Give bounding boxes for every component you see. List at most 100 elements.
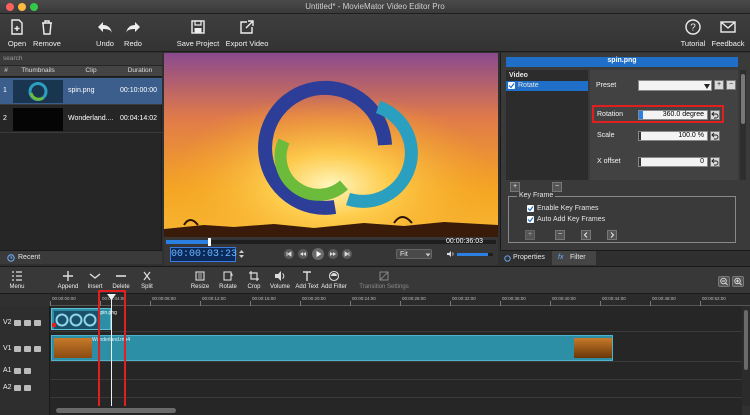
col-duration: Duration [127, 67, 153, 74]
mute-icon[interactable] [24, 368, 31, 374]
svg-text:?: ? [690, 23, 696, 34]
split-button[interactable]: Split [136, 270, 158, 290]
x-offset-field[interactable]: 0 [638, 157, 708, 167]
volume-slider[interactable] [457, 253, 493, 256]
tab-filter[interactable]: fx Filter [552, 251, 596, 265]
playhead-handle[interactable] [207, 238, 211, 246]
feedback-button[interactable]: Feedback [710, 18, 746, 48]
main-toolbar: Open Remove Undo Redo Save Project Expor… [0, 14, 750, 52]
check-icon [508, 83, 515, 89]
chevron-down-icon [89, 273, 101, 279]
export-video-label: Export Video [225, 39, 269, 48]
zoom-value: Fit [400, 251, 408, 258]
menu-button[interactable]: Menu [6, 270, 28, 290]
fast-forward-button[interactable] [328, 249, 338, 259]
prev-keyframe-button[interactable] [581, 230, 591, 240]
timeline-horizontal-scrollbar[interactable] [50, 406, 742, 415]
properties-scrollbar[interactable] [740, 70, 746, 180]
remove-keyframe-button[interactable]: − [555, 230, 565, 240]
checkbox[interactable] [527, 216, 534, 223]
recent-tab[interactable]: Recent [0, 250, 162, 264]
x-offset-keyframe-button[interactable] [710, 157, 720, 167]
rotation-field[interactable]: 360.0 degree [638, 110, 708, 120]
rotation-keyframe-button[interactable] [710, 110, 720, 120]
add-text-button[interactable]: Add Text [294, 270, 320, 290]
volume-button[interactable]: Volume [268, 270, 292, 290]
timecode-display[interactable]: 00:00:03:23 [170, 247, 237, 262]
bin-row[interactable]: 2 Wonderland.... 00:04:14:02 [0, 106, 162, 133]
delete-button[interactable]: Delete [110, 270, 132, 290]
save-project-button[interactable]: Save Project [174, 18, 222, 48]
scrollbar-thumb[interactable] [56, 408, 176, 413]
scrollbar-thumb[interactable] [744, 310, 748, 370]
rotation-label: Rotation [597, 111, 624, 118]
redo-button[interactable]: Redo [120, 18, 146, 48]
add-filter-button[interactable]: Add Filter [320, 270, 348, 290]
scale-value: 100.0 % [678, 132, 704, 139]
lock-icon[interactable] [24, 320, 31, 326]
add-keyframe-button[interactable]: + [525, 230, 535, 240]
zoom-select[interactable]: Fit [396, 249, 432, 259]
skip-start-icon [286, 251, 292, 257]
rewind-button[interactable] [298, 249, 308, 259]
x-offset-value: 0 [700, 158, 704, 165]
next-keyframe-button[interactable] [607, 230, 617, 240]
lock-icon[interactable] [24, 346, 31, 352]
auto-add-keyframes-label: Auto Add Key Frames [537, 216, 606, 223]
filter-item-rotate[interactable]: Rotate [506, 81, 588, 91]
remove-filter-small-button[interactable]: − [552, 182, 562, 192]
add-preset-button[interactable]: + [714, 80, 724, 90]
rotate-button[interactable]: Rotate [216, 270, 240, 290]
remove-button[interactable]: Remove [32, 18, 62, 48]
clip-marker [52, 323, 56, 327]
tab-properties[interactable]: Properties [500, 251, 550, 265]
tutorial-button[interactable]: ? Tutorial [678, 18, 708, 48]
zoom-out-button[interactable] [718, 276, 730, 287]
open-button[interactable]: Open [4, 18, 30, 48]
scrollbar-thumb[interactable] [741, 74, 745, 124]
undo-button[interactable]: Undo [92, 18, 118, 48]
eye-icon[interactable] [14, 320, 21, 326]
zoom-in-button[interactable] [732, 276, 744, 287]
append-button[interactable]: Append [56, 270, 80, 290]
lock-icon[interactable] [14, 385, 21, 391]
clock-icon [7, 254, 15, 262]
mute-icon[interactable] [34, 346, 41, 352]
mute-icon[interactable] [24, 385, 31, 391]
export-video-button[interactable]: Export Video [224, 18, 270, 48]
skip-start-button[interactable] [284, 249, 294, 259]
lock-icon[interactable] [14, 368, 21, 374]
insert-button[interactable]: Insert [84, 270, 106, 290]
play-button[interactable] [312, 248, 324, 260]
transition-settings-button[interactable]: Transition Settings [358, 270, 410, 290]
bin-search-input[interactable]: search [0, 53, 162, 65]
checkbox[interactable] [527, 205, 534, 212]
row-duration: 00:10:00:00 [120, 87, 157, 94]
eye-icon[interactable] [14, 346, 21, 352]
ruler-tick: 00:00:00:00 [52, 296, 76, 301]
crop-button[interactable]: Crop [244, 270, 264, 290]
preset-select[interactable] [638, 80, 712, 91]
bin-row[interactable]: 1 spin.png 00:10:00:00 [0, 78, 162, 105]
timeline-vertical-scrollbar[interactable] [742, 306, 750, 406]
rotate-label: Rotate [219, 284, 237, 290]
ruler-tick: 00:00:16:00 [252, 296, 276, 301]
scale-field[interactable]: 100.0 % [638, 131, 708, 141]
list-menu-icon [12, 271, 22, 281]
remove-preset-button[interactable]: − [726, 80, 736, 90]
add-filter-small-button[interactable]: + [510, 182, 520, 192]
volume-icon[interactable] [446, 250, 455, 258]
clip-wonderland[interactable]: Wonderland.mp4 [51, 335, 613, 361]
scale-keyframe-button[interactable] [710, 131, 720, 141]
timeline-ruler[interactable]: 00:00:00:00 00:00:04:00 00:00:08:00 00:00:1… [50, 294, 750, 306]
preview-viewer[interactable] [164, 53, 498, 237]
resize-button[interactable]: Resize [188, 270, 212, 290]
skip-end-button[interactable] [342, 249, 352, 259]
properties-tabs: Properties fx Filter [500, 250, 750, 265]
rotate-icon [223, 271, 233, 281]
timecode-stepper[interactable] [238, 249, 245, 259]
filter-checkbox[interactable] [508, 82, 515, 89]
remove-label: Remove [33, 39, 61, 48]
mute-icon[interactable] [34, 320, 41, 326]
scrub-progress [166, 240, 209, 244]
